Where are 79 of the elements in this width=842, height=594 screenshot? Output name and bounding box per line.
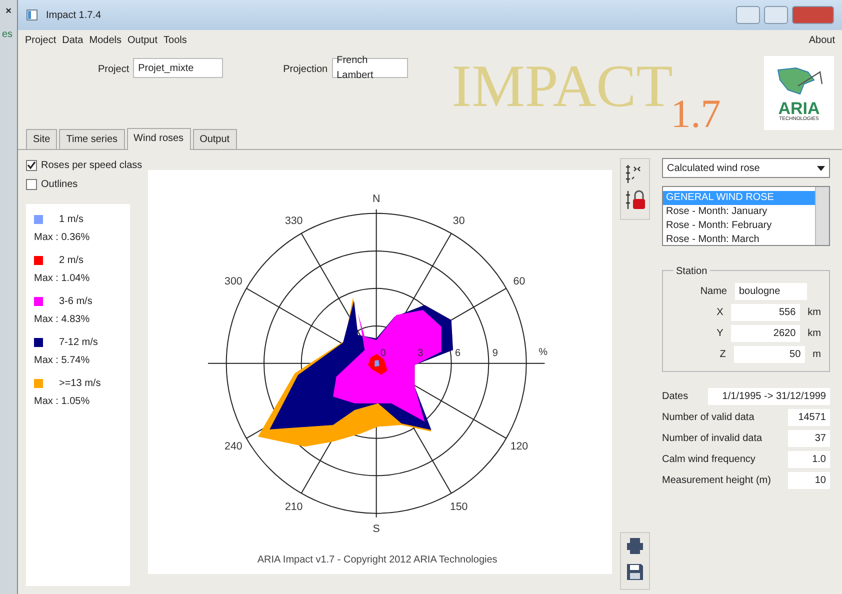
caret-icon[interactable] [817,166,825,170]
legend-label: 3-6 m/s [59,295,92,309]
field-label: Z [718,348,726,362]
tab[interactable]: Time series [59,129,125,149]
logo-version: 1.7 [670,94,721,134]
input-field[interactable]: 556 [731,304,800,321]
dropdown[interactable]: Calculated wind rose [662,158,830,178]
lock-icon[interactable] [624,189,646,211]
legend-max: Max : 1.04% [34,272,91,286]
legend-max: Max : 0.36% [34,231,91,245]
input-field[interactable]: 1.0 [788,451,830,468]
direction-label: N [372,193,380,205]
legend-label: 1 m/s [59,213,84,227]
field-label: Name [699,285,727,299]
menu-item[interactable]: Models [86,32,124,48]
checkbox-label: Outlines [41,178,78,192]
menu-item[interactable]: Data [59,32,86,48]
direction-label: 150 [450,500,468,513]
unit-label: m [812,348,821,362]
window-text: es [1,28,14,42]
direction-label: 240 [224,440,242,452]
legend-max: Max : 1.05% [34,395,91,409]
legend-label: >=13 m/s [59,377,101,391]
input-field[interactable]: 37 [788,430,830,447]
direction-label: 330 [284,215,303,228]
input-field[interactable]: 10 [788,472,830,489]
unit-label: % [538,347,548,358]
tab[interactable]: Output [192,129,237,149]
field-label: Projection [283,63,328,77]
unit-label: km [808,327,821,341]
field-label: Number of valid data [662,411,754,425]
direction-label: 210 [284,500,303,513]
field-label: Y [716,327,724,341]
menu-item[interactable]: Output [124,32,161,48]
ring-label: 3 [418,348,424,359]
list-item[interactable]: Rose - Month: January [663,205,815,219]
logo-brand: ARIA [778,100,820,117]
copyright-text: ARIA Impact v1.7 - Copyright 2012 ARIA Technologies [257,554,498,566]
close-icon[interactable]: × [0,4,17,19]
direction-label: 120 [510,440,528,452]
input-field[interactable]: Projet_mixte [133,58,224,78]
unit-label: km [808,306,821,320]
menu-item[interactable]: About [806,32,838,48]
app-icon [26,9,38,21]
legend-label: 7-12 m/s [59,336,98,350]
menu-item[interactable]: Tools [160,32,190,48]
tab[interactable]: Wind roses [126,128,191,150]
field-label: Measurement height (m) [662,474,771,488]
input-field[interactable]: 50 [734,346,805,363]
checkbox[interactable] [26,160,37,171]
field-label: Project [98,63,130,77]
list-item[interactable]: Rose - Month: February [663,219,815,233]
field-label: Dates [662,390,688,404]
menu-item[interactable]: Project [22,32,60,48]
direction-label: S [372,523,380,535]
ring-label: 0 [380,348,386,359]
legend-max: Max : 4.83% [34,313,91,327]
input-field[interactable]: 14571 [788,409,830,426]
field-label: Calm wind frequency [662,453,756,467]
input-field[interactable]: 1/1/1995 -> 31/12/1999 [708,388,830,405]
input-field[interactable]: boulogne [735,283,807,300]
ring-label: 6 [455,348,461,359]
list-item[interactable]: Rose - Month: March [663,233,815,247]
direction-label: 60 [513,276,526,288]
window-title: Impact 1.7.4 [46,8,102,22]
field-label: Number of invalid data [662,432,762,446]
input-field[interactable]: 2620 [731,325,800,342]
checkbox-label: Roses per speed class [41,159,142,173]
direction-label: 300 [224,276,242,288]
direction-label: 30 [452,215,465,228]
tab[interactable]: Site [26,129,58,149]
save-icon[interactable] [626,563,644,581]
legend-label: 2 m/s [59,254,84,268]
field-label: X [716,306,724,320]
ring-label: 9 [492,348,498,359]
input-field[interactable]: French Lambert [332,58,408,78]
scrollbar[interactable] [815,187,829,245]
legend-max: Max : 5.74% [34,354,91,368]
checkbox[interactable] [26,179,37,190]
